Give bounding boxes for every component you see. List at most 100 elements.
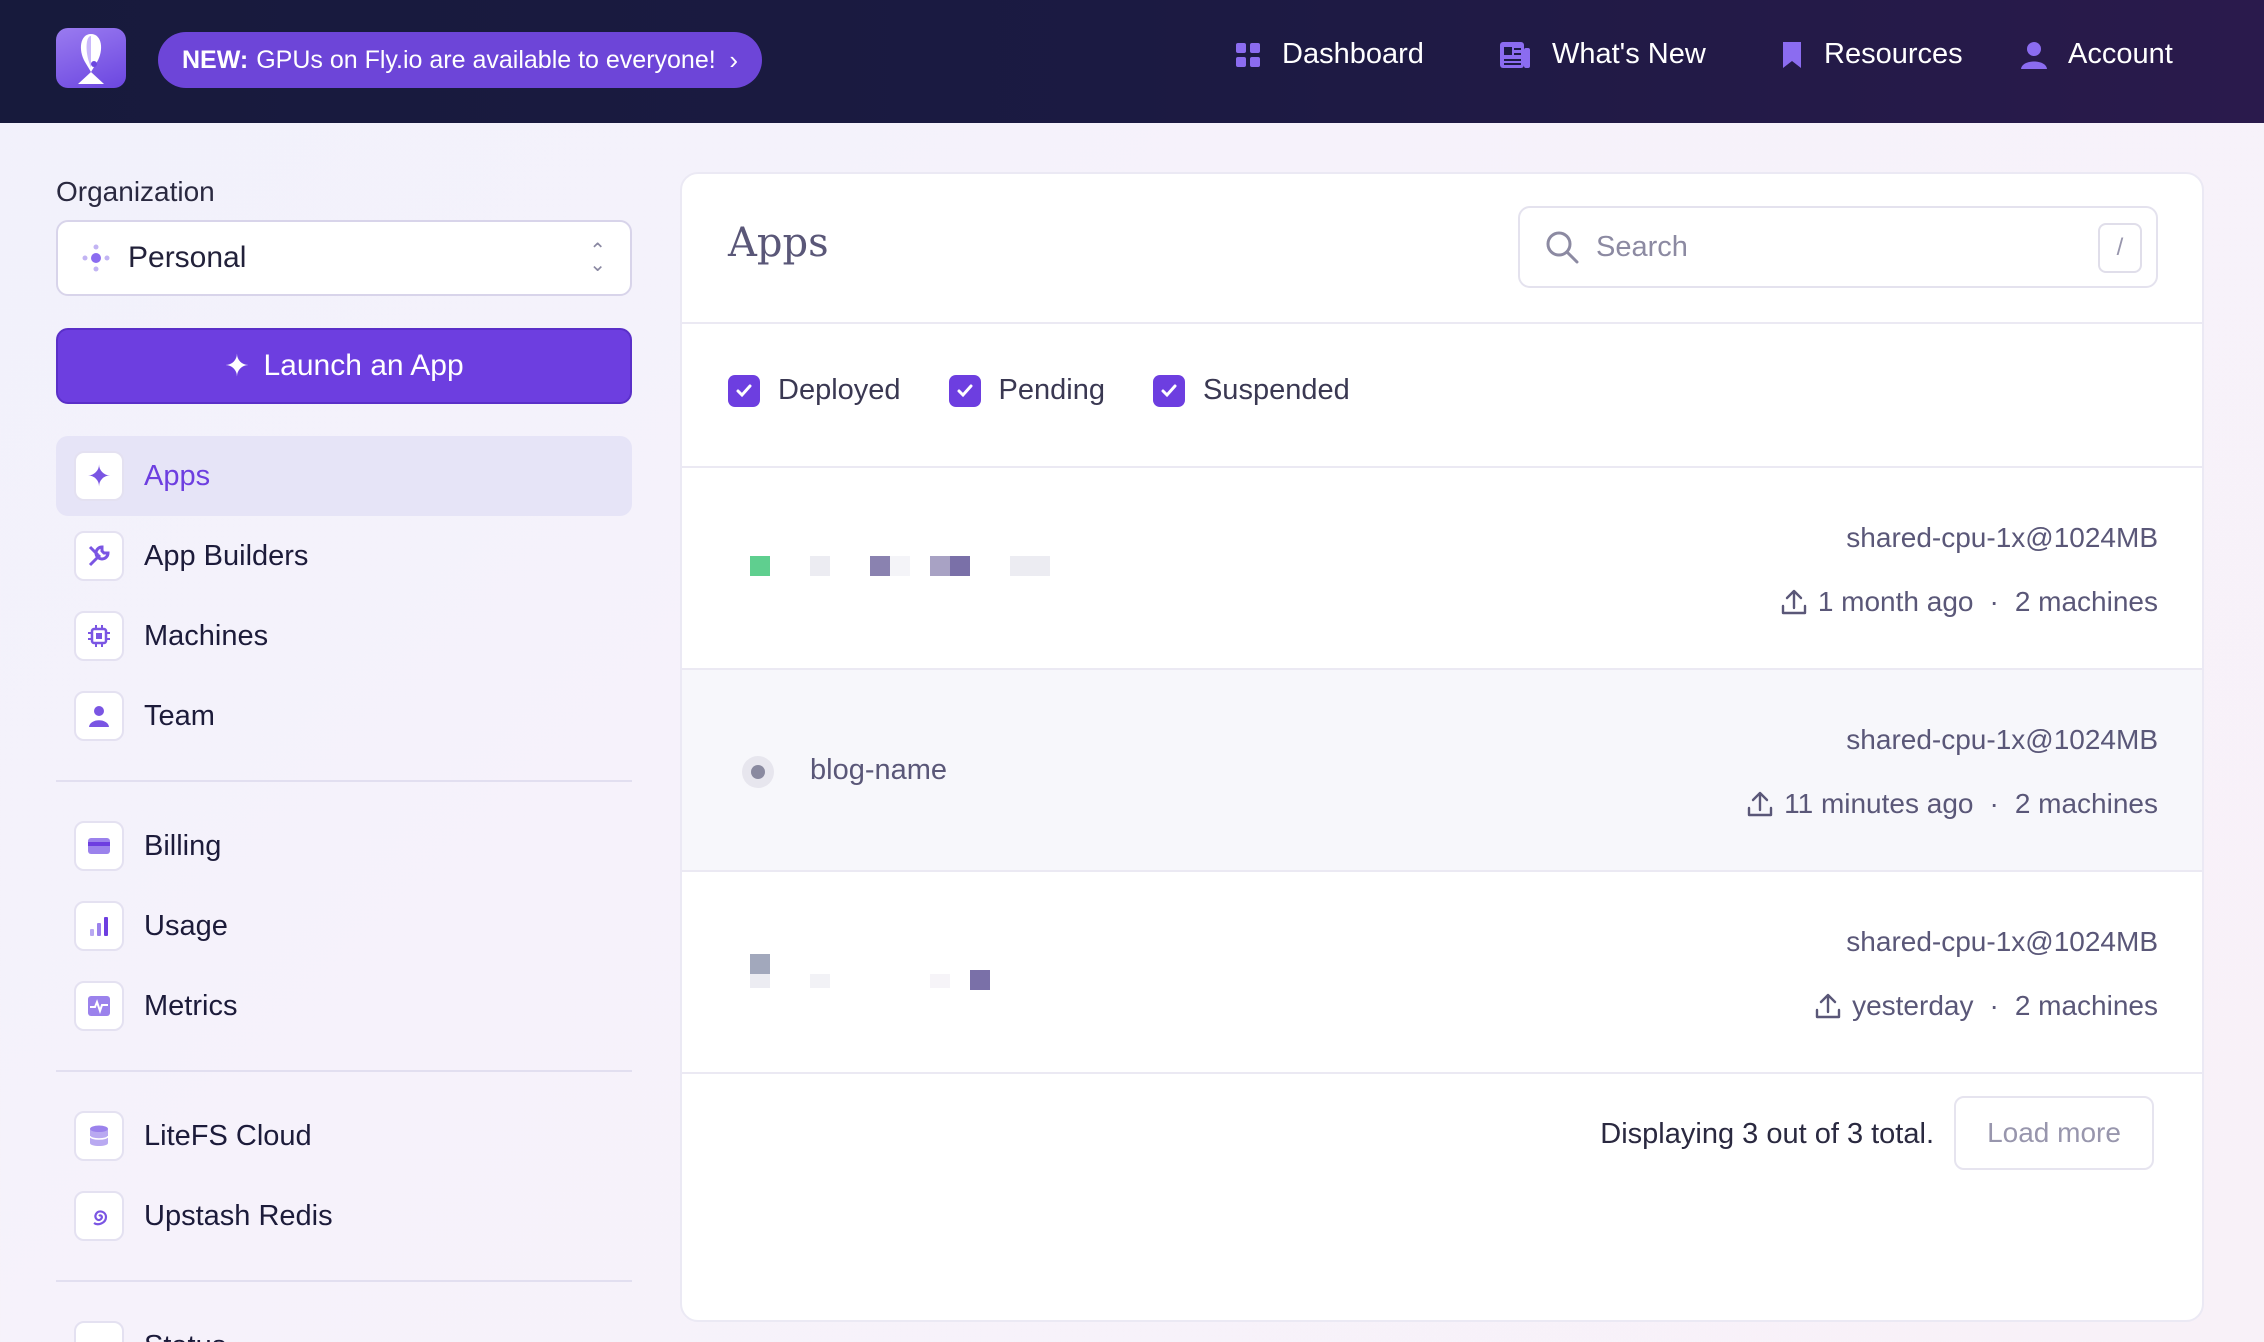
- header-divider: [682, 322, 2202, 324]
- sidebar-divider: [56, 780, 632, 782]
- pagination-summary: Displaying 3 out of 3 total.: [1600, 1118, 1934, 1150]
- sidebar-item-billing[interactable]: Billing: [56, 806, 632, 886]
- newspaper-icon: [1500, 41, 1530, 68]
- suspended-status-icon: [742, 756, 774, 788]
- launch-app-button[interactable]: ✦ Launch an App: [56, 328, 632, 404]
- grid-icon: [1236, 42, 1260, 67]
- sidebar-item-app-builders[interactable]: App Builders: [56, 516, 632, 596]
- sidebar-item-label: LiteFS Cloud: [144, 1119, 312, 1152]
- nav-dashboard[interactable]: Dashboard: [1234, 38, 1424, 71]
- filter-label: Suspended: [1202, 374, 1350, 406]
- promo-text: GPUs on Fly.io are available to everyone…: [256, 45, 716, 74]
- user-icon: [2021, 41, 2047, 69]
- app-meta: yesterday · 2 machines: [1814, 990, 2158, 1022]
- filter-suspended[interactable]: Suspended: [1152, 374, 1350, 407]
- sparkle-icon: ✦: [74, 451, 124, 501]
- sidebar-item-label: App Builders: [144, 539, 309, 572]
- last-deploy: 11 minutes ago: [1784, 788, 1974, 819]
- sidebar-item-status[interactable]: Status: [56, 1306, 632, 1342]
- separator: ·: [1989, 586, 1999, 617]
- last-deploy: yesterday: [1852, 990, 1974, 1021]
- gpu-announcement-banner[interactable]: NEW: GPUs on Fly.io are available to eve…: [158, 32, 762, 88]
- filter-label: Deployed: [778, 374, 901, 406]
- separator: ·: [1989, 990, 1999, 1021]
- sidebar-item-label: Status: [144, 1330, 226, 1342]
- machine-spec: shared-cpu-1x@1024MB: [1846, 724, 2158, 755]
- sidebar-item-metrics[interactable]: Metrics: [56, 966, 632, 1046]
- status-icon: [74, 1321, 124, 1342]
- sidebar-item-upstash-redis[interactable]: Upstash Redis: [56, 1176, 632, 1256]
- sidebar-item-litefs-cloud[interactable]: LiteFS Cloud: [56, 1096, 632, 1176]
- machine-spec: shared-cpu-1x@1024MB: [1846, 522, 2158, 553]
- chevron-up-down-icon: ⌃ ⌄: [589, 240, 606, 276]
- nav-whats-new-label: What's New: [1552, 38, 1706, 70]
- sidebar-item-label: Metrics: [144, 989, 238, 1022]
- fly-logo[interactable]: [56, 28, 126, 88]
- app-meta: 1 month ago · 2 machines: [1780, 586, 2158, 618]
- sidebar-item-machines[interactable]: Machines: [56, 596, 632, 676]
- chip-icon: [74, 611, 124, 661]
- checkbox-checked-icon[interactable]: [1152, 374, 1185, 407]
- sidebar-item-usage[interactable]: Usage: [56, 886, 632, 966]
- checkbox-checked-icon[interactable]: [948, 374, 981, 407]
- page-title: Apps: [728, 220, 829, 266]
- app-row[interactable]: shared-cpu-1x@1024MB 1 month ago · 2 mac…: [682, 468, 2202, 668]
- promo-prefix: NEW:: [182, 45, 249, 74]
- upload-icon: [1781, 589, 1807, 615]
- chevron-right-icon: ›: [729, 44, 738, 75]
- load-more-button[interactable]: Load more: [1954, 1096, 2154, 1170]
- nav-dashboard-label: Dashboard: [1282, 38, 1424, 70]
- organization-label: Organization: [56, 176, 215, 207]
- checkbox-checked-icon[interactable]: [728, 374, 760, 407]
- machine-count: 2 machines: [2014, 990, 2158, 1021]
- nav-account-label: Account: [2068, 38, 2173, 70]
- sidebar-item-apps[interactable]: ✦ Apps: [56, 436, 632, 516]
- pulse-icon: [74, 981, 124, 1031]
- machine-count: 2 machines: [2014, 586, 2158, 617]
- apps-panel: Apps / Deployed Pending Suspended: [680, 172, 2204, 1322]
- sidebar-divider: [56, 1070, 632, 1072]
- machine-spec: shared-cpu-1x@1024MB: [1846, 926, 2158, 957]
- search-box[interactable]: /: [1518, 206, 2158, 288]
- row-divider: [682, 1072, 2202, 1074]
- bookmark-icon: [1783, 41, 1801, 68]
- credit-card-icon: [74, 821, 124, 871]
- sidebar-item-label: Apps: [144, 459, 211, 492]
- upload-icon: [1747, 791, 1773, 817]
- wrench-icon: [74, 531, 124, 581]
- sidebar-divider: [56, 1280, 632, 1282]
- app-name[interactable]: blog-name: [810, 754, 947, 787]
- nav-resources[interactable]: Resources: [1780, 38, 1963, 71]
- separator: ·: [1989, 788, 1999, 819]
- status-filters: Deployed Pending Suspended: [728, 374, 1398, 407]
- app-row[interactable]: shared-cpu-1x@1024MB yesterday · 2 machi…: [682, 872, 2202, 1072]
- search-icon: [1546, 231, 1579, 264]
- app-meta: 11 minutes ago · 2 machines: [1746, 788, 2158, 820]
- sidebar-item-team[interactable]: Team: [56, 676, 632, 756]
- sidebar-item-label: Upstash Redis: [144, 1199, 333, 1232]
- filter-pending[interactable]: Pending: [948, 374, 1105, 407]
- nav-account[interactable]: Account: [2020, 38, 2173, 71]
- sparkle-icon: ✦: [224, 349, 250, 383]
- sidebar-item-label: Team: [144, 699, 215, 732]
- filter-label: Pending: [998, 374, 1105, 406]
- organization-select[interactable]: Personal ⌃ ⌄: [56, 220, 632, 296]
- search-input[interactable]: [1596, 230, 2076, 264]
- sidebar-item-label: Usage: [144, 909, 228, 942]
- filter-deployed[interactable]: Deployed: [728, 374, 901, 407]
- upload-icon: [1815, 993, 1841, 1019]
- last-deploy: 1 month ago: [1817, 586, 1974, 617]
- search-shortcut-hint: /: [2098, 223, 2142, 273]
- users-icon: [74, 691, 124, 741]
- database-icon: [74, 1111, 124, 1161]
- launch-app-label: Launch an App: [263, 349, 464, 382]
- machine-count: 2 machines: [2014, 788, 2158, 819]
- organization-value: Personal: [128, 241, 247, 274]
- app-row[interactable]: blog-name shared-cpu-1x@1024MB 11 minute…: [682, 670, 2202, 870]
- bar-chart-icon: [74, 901, 124, 951]
- nav-resources-label: Resources: [1824, 38, 1963, 70]
- sidebar-item-label: Billing: [144, 829, 222, 862]
- spiral-icon: [74, 1191, 124, 1241]
- sidebar-item-label: Machines: [144, 619, 269, 652]
- nav-whats-new[interactable]: What's New: [1498, 38, 1706, 71]
